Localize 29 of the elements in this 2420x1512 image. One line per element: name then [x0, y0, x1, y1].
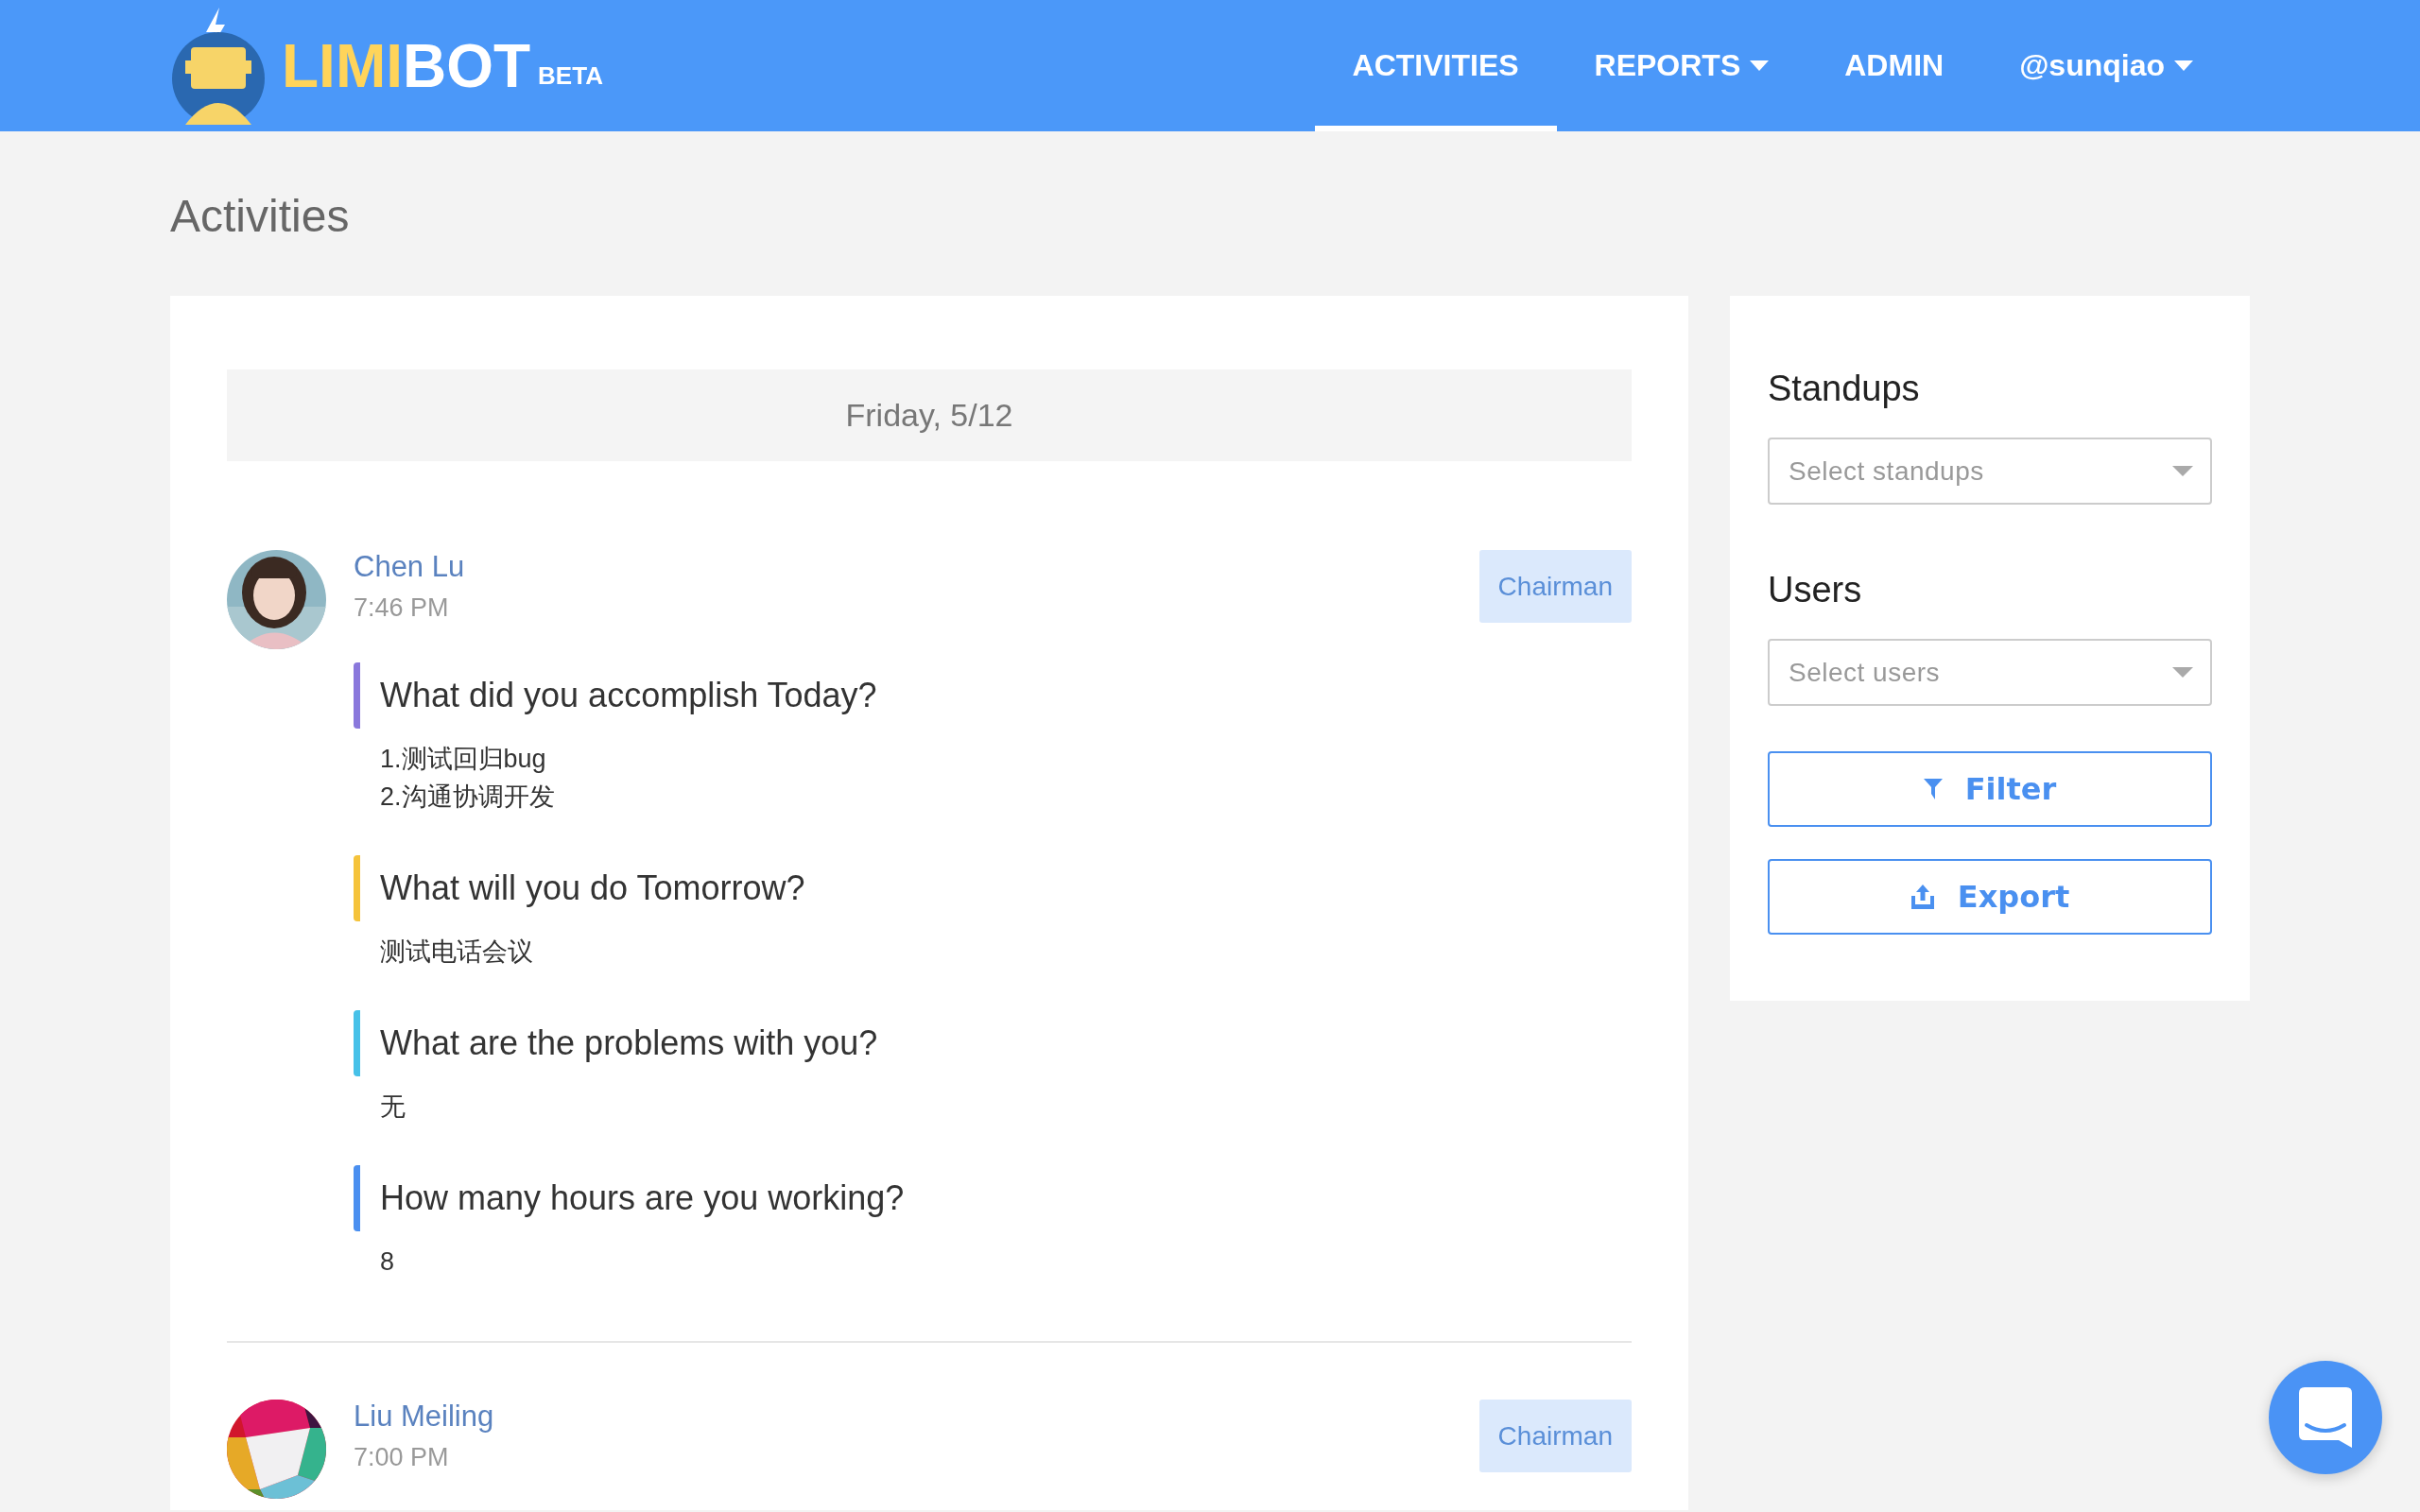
user-name-link[interactable]: Chen Lu	[354, 550, 465, 584]
filter-heading: Standups	[1768, 368, 1921, 409]
question-heading: What did you accomplish Today?	[354, 662, 1632, 729]
timestamp: 7:00 PM	[354, 1443, 450, 1472]
question-heading: What are the problems with you?	[354, 1010, 1632, 1076]
question-heading: What will you do Tomorrow?	[354, 855, 1632, 921]
user-name-link[interactable]: Liu Meiling	[354, 1400, 494, 1434]
nav-tab[interactable]: ADMIN	[1806, 0, 1982, 131]
nav-tab[interactable]: ACTIVITIES	[1314, 0, 1557, 131]
answer-text: 1.测试回归bug	[380, 744, 547, 775]
question-heading: How many hours are you working?	[354, 1165, 1632, 1231]
answer-text: 8	[380, 1246, 396, 1278]
role-badge: Chairman	[1478, 1400, 1632, 1472]
filter-heading: Users	[1768, 569, 1863, 610]
select-field[interactable]: Select users	[1768, 639, 2212, 706]
export-button[interactable]: Export	[1768, 859, 2212, 935]
answer-text: 无	[380, 1091, 406, 1123]
select-field[interactable]: Select standups	[1768, 438, 2212, 505]
nav-tab[interactable]: REPORTS	[1556, 0, 1807, 131]
role-badge: Chairman	[1478, 550, 1632, 623]
beta-label: BETA	[538, 61, 603, 91]
page-title: Activities	[170, 190, 351, 243]
answer-text: 2.沟通协调开发	[380, 782, 556, 813]
nav-tab[interactable]: @sunqiao	[1981, 0, 2231, 131]
answer-text: 测试电话会议	[380, 936, 534, 968]
logo-text: LIMIBOT	[282, 35, 531, 96]
timestamp: 7:46 PM	[354, 593, 450, 623]
date-header: Friday, 5/12	[227, 369, 1632, 461]
filter-button[interactable]: Filter	[1768, 751, 2212, 827]
